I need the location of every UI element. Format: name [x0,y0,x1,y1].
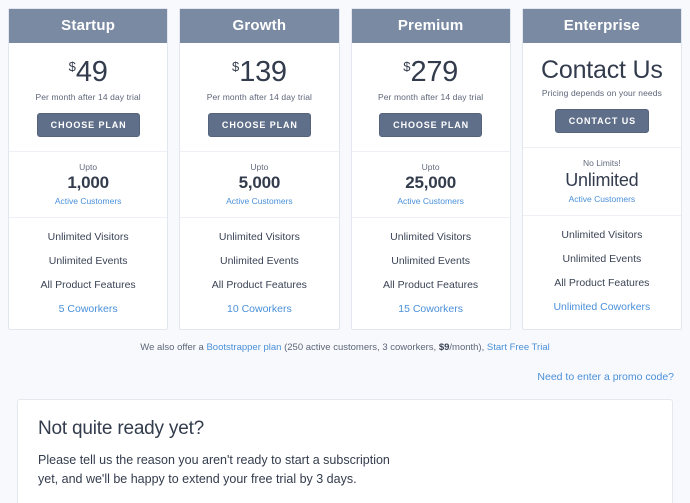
feature-item: Unlimited Visitors [390,231,472,244]
plan-quota-enterprise: No Limits! Unlimited Active Customers [522,148,681,216]
plan-price-block-startup: $49 Per month after 14 day trial CHOOSE … [9,43,168,153]
feature-item: Unlimited Events [48,255,128,268]
quota-value: 5,000 [238,173,281,193]
plan-price-enterprise: Contact Us [529,57,675,83]
price-value: 279 [410,56,458,88]
plan-price-premium: $279 [358,57,504,87]
bootstrapper-prefix: We also offer a [140,342,207,354]
feature-item: Unlimited Visitors [218,231,300,244]
plan-features-enterprise: Unlimited Visitors Unlimited Events All … [523,216,681,330]
quota-value: 1,000 [67,173,109,193]
panel-title: Not quite ready yet? [38,418,205,440]
promo-code-link[interactable]: Need to enter a promo code? [537,371,674,383]
feature-item: All Product Features [40,279,136,292]
plan-features-premium: Unlimited Visitors Unlimited Events All … [352,218,510,329]
plan-card-growth: Growth $139 Per month after 14 day trial… [179,8,340,331]
bootstrapper-price: $9 [438,342,450,354]
feature-item: Unlimited Visitors [47,231,129,244]
promo-code-row: Need to enter a promo code? [0,353,690,385]
bootstrapper-note: We also offer a Bootstrapper plan (250 a… [0,330,690,353]
quota-value: Unlimited [565,170,639,191]
feature-item: All Product Features [383,279,479,292]
plan-price-block-premium: $279 Per month after 14 day trial CHOOSE… [351,43,510,153]
plan-quota-growth: Upto 5,000 Active Customers [180,152,339,219]
contact-us-button-enterprise[interactable]: CONTACT US [554,109,650,134]
feature-item: All Product Features [554,276,650,289]
feature-item: Unlimited Events [562,252,642,265]
quota-unit: Active Customers [54,196,122,207]
price-value: 49 [75,56,108,88]
feature-item: Unlimited Events [391,255,471,268]
plan-features-startup: Unlimited Visitors Unlimited Events All … [9,218,167,329]
quota-value: 25,000 [405,173,457,193]
start-free-trial-link[interactable]: Start Free Trial [487,342,550,353]
pricing-plans-grid: Startup $49 Per month after 14 day trial… [0,0,690,331]
quota-unit: Active Customers [568,193,636,204]
feature-item: Unlimited Events [219,255,299,268]
plan-price-note-growth: Per month after 14 day trial [206,92,313,103]
plan-price-startup: $49 [15,57,161,87]
not-ready-panel: Not quite ready yet? Please tell us the … [17,399,673,503]
plan-name-growth: Growth [180,9,339,43]
coworkers-link-premium[interactable]: 15 Coworkers [358,303,504,315]
price-value: Contact Us [541,56,663,84]
plan-price-growth: $139 [186,57,332,87]
quota-label: No Limits! [582,158,621,169]
quota-label: Upto [421,162,440,173]
plan-price-note-premium: Per month after 14 day trial [377,92,484,103]
plan-card-premium: Premium $279 Per month after 14 day tria… [350,8,511,331]
plan-price-note-startup: Per month after 14 day trial [35,92,141,103]
plan-price-block-growth: $139 Per month after 14 day trial CHOOSE… [180,43,339,153]
plan-quota-startup: Upto 1,000 Active Customers [9,152,168,219]
quota-unit: Active Customers [397,196,464,207]
plan-price-note-enterprise: Pricing depends on your needs [541,88,662,99]
plan-card-startup: Startup $49 Per month after 14 day trial… [8,8,169,331]
coworkers-link-growth[interactable]: 10 Coworkers [186,303,332,315]
choose-plan-button-growth[interactable]: CHOOSE PLAN [207,113,311,138]
quota-label: Upto [250,162,269,173]
bootstrapper-plan-link[interactable]: Bootstrapper plan [206,342,281,353]
price-value: 139 [239,56,287,88]
feature-item: All Product Features [211,279,307,292]
plan-name-premium: Premium [351,9,510,43]
plan-name-startup: Startup [9,9,168,43]
panel-description: Please tell us the reason you aren't rea… [38,453,390,486]
coworkers-link-enterprise[interactable]: Unlimited Coworkers [529,301,675,313]
feature-item: Unlimited Visitors [561,228,643,241]
plan-features-growth: Unlimited Visitors Unlimited Events All … [180,218,338,329]
plan-price-block-enterprise: Contact Us Pricing depends on your needs… [522,43,681,149]
quota-label: Upto [79,162,98,173]
bootstrapper-details-close: /month), [449,342,487,354]
plan-name-enterprise: Enterprise [522,9,681,43]
bootstrapper-details-open: (250 active customers, 3 coworkers, [281,342,439,354]
quota-unit: Active Customers [226,196,293,207]
choose-plan-button-premium[interactable]: CHOOSE PLAN [379,113,483,138]
choose-plan-button-startup[interactable]: CHOOSE PLAN [36,113,140,138]
currency-symbol: $ [68,59,76,74]
coworkers-link-startup[interactable]: 5 Coworkers [15,303,161,315]
plan-quota-premium: Upto 25,000 Active Customers [351,152,510,219]
plan-card-enterprise: Enterprise Contact Us Pricing depends on… [521,8,682,331]
